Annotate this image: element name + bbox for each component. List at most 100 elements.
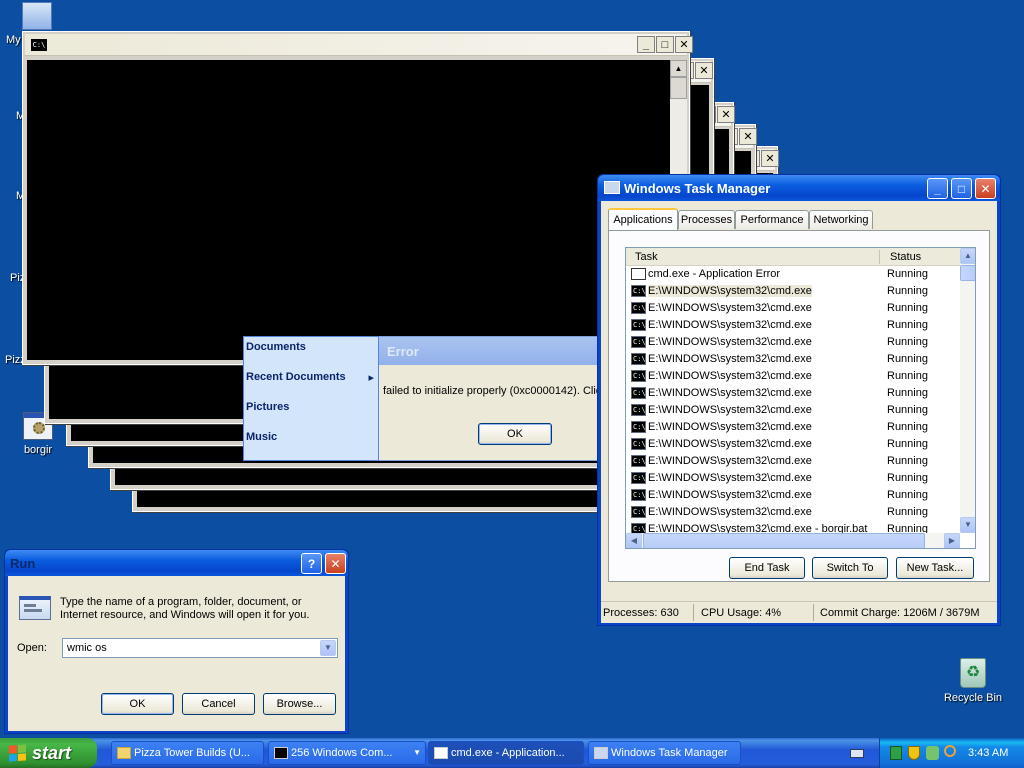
scroll-up-arrow[interactable]: ▲	[960, 248, 975, 264]
desktop-icon-label: borgir	[23, 444, 53, 456]
list-item[interactable]: C:\ E:\WINDOWS\system32\cmd.exe Running	[626, 436, 960, 453]
help-button[interactable]: ?	[301, 553, 322, 574]
minimize-button[interactable]: _	[637, 36, 655, 53]
list-item[interactable]: C:\ E:\WINDOWS\system32\cmd.exe Running	[626, 402, 960, 419]
vertical-scrollbar[interactable]: ▲ ▼	[960, 248, 975, 533]
desktop-icon-recycle-bin[interactable]: ♻ Recycle Bin	[938, 658, 1008, 704]
network-icon[interactable]	[890, 746, 902, 760]
list-item[interactable]: C:\ E:\WINDOWS\system32\cmd.exe Running	[626, 300, 960, 317]
scroll-thumb[interactable]	[960, 265, 975, 281]
task-manager-icon	[594, 747, 608, 759]
switch-to-button[interactable]: Switch To	[812, 557, 888, 579]
column-header-status[interactable]: Status	[890, 251, 921, 263]
list-item[interactable]: C:\ E:\WINDOWS\system32\cmd.exe Running	[626, 453, 960, 470]
dropdown-arrow-icon[interactable]: ▼	[320, 640, 336, 656]
start-label: start	[32, 742, 72, 763]
keyboard-icon[interactable]	[850, 749, 864, 758]
list-item[interactable]: C:\ E:\WINDOWS\system32\cmd.exe Running	[626, 419, 960, 436]
tab-performance[interactable]: Performance	[735, 210, 809, 229]
volume-icon[interactable]	[926, 746, 939, 760]
tab-networking[interactable]: Networking	[809, 210, 873, 229]
cmd-icon: C:\	[631, 472, 646, 484]
list-item[interactable]: cmd.exe - Application Error Running	[626, 266, 960, 283]
scroll-thumb[interactable]	[670, 77, 687, 99]
list-item[interactable]: C:\ E:\WINDOWS\system32\cmd.exe Running	[626, 317, 960, 334]
search-icon[interactable]	[944, 745, 956, 757]
cmd-icon: C:\	[631, 353, 646, 365]
list-item[interactable]: C:\ E:\WINDOWS\system32\cmd.exe Running	[626, 351, 960, 368]
window-title-bar[interactable]: Run ? ✕	[5, 550, 348, 576]
menu-item-label: Recent Documents	[246, 371, 346, 383]
cmd-icon: C:\	[631, 523, 646, 533]
desktop-icon-label: Recycle Bin	[943, 692, 1003, 704]
close-button[interactable]: ✕	[761, 150, 779, 167]
browse-button[interactable]: Browse...	[263, 693, 336, 715]
window-title-bar[interactable]: Windows Task Manager _ □ ✕	[598, 175, 1000, 201]
start-button[interactable]: start	[0, 738, 97, 768]
window-title-bar[interactable]: C:\	[25, 34, 687, 56]
error-window-icon	[631, 268, 646, 280]
horizontal-scrollbar[interactable]: ◀ ▶	[626, 533, 960, 548]
menu-item-recent-documents[interactable]: Recent Documents ▸	[246, 371, 374, 384]
taskbar-item-pizza-tower[interactable]: Pizza Tower Builds (U...	[111, 741, 264, 765]
ok-button[interactable]: OK	[478, 423, 552, 445]
list-item[interactable]: C:\ E:\WINDOWS\system32\cmd.exe Running	[626, 470, 960, 487]
cmd-icon: C:\	[631, 438, 646, 450]
close-button[interactable]: ✕	[975, 178, 996, 199]
run-dialog[interactable]: Run ? ✕ Type the name of a program, fold…	[4, 549, 349, 734]
menu-item-music[interactable]: Music	[246, 431, 277, 443]
column-header-task[interactable]: Task	[635, 251, 658, 263]
ok-button[interactable]: OK	[101, 693, 174, 715]
cmd-window-front[interactable]: C:\ _ □ ✕ ▲	[22, 31, 693, 365]
list-item[interactable]: C:\ E:\WINDOWS\system32\cmd.exe Running	[626, 487, 960, 504]
list-item[interactable]: C:\ E:\WINDOWS\system32\cmd.exe Running	[626, 504, 960, 521]
task-list[interactable]: Task Status cmd.exe - Application Error R…	[625, 247, 976, 549]
clock[interactable]: 3:43 AM	[968, 747, 1008, 759]
my-documents-icon	[22, 2, 52, 30]
run-description: Type the name of a program, folder, docu…	[60, 596, 310, 621]
maximize-button[interactable]: □	[656, 36, 674, 53]
tab-processes[interactable]: Processes	[678, 210, 735, 229]
start-menu-panel: Documents Recent Documents ▸ Pictures Mu…	[243, 336, 379, 461]
cmd-icon: C:\	[31, 39, 47, 51]
close-button[interactable]: ✕	[739, 128, 757, 145]
security-shield-icon[interactable]	[908, 746, 920, 760]
taskbar-item-task-manager[interactable]: Windows Task Manager	[588, 741, 741, 765]
open-input[interactable]: wmic os	[67, 642, 107, 654]
new-task-button[interactable]: New Task...	[896, 557, 974, 579]
close-button[interactable]: ✕	[325, 553, 346, 574]
taskbar-item-windows-command[interactable]: 256 Windows Com... ▼	[268, 741, 426, 765]
taskbar-item-label: 256 Windows Com...	[291, 747, 393, 759]
tab-strip: Applications Processes Performance Netwo…	[608, 208, 988, 230]
scroll-right-arrow[interactable]: ▶	[944, 533, 960, 548]
open-combobox[interactable]: wmic os ▼	[62, 638, 338, 658]
end-task-button[interactable]: End Task	[729, 557, 805, 579]
submenu-arrow-icon: ▸	[368, 372, 374, 384]
taskbar-item-application-error[interactable]: cmd.exe - Application...	[428, 741, 584, 765]
close-button[interactable]: ✕	[695, 62, 713, 79]
scroll-up-arrow[interactable]: ▲	[670, 60, 687, 77]
menu-item-pictures[interactable]: Pictures	[246, 401, 289, 413]
list-item[interactable]: C:\ E:\WINDOWS\system32\cmd.exe Running	[626, 368, 960, 385]
folder-icon	[117, 747, 131, 759]
cmd-icon: C:\	[631, 319, 646, 331]
scroll-thumb[interactable]	[643, 533, 925, 548]
list-item[interactable]: C:\ E:\WINDOWS\system32\cmd.exe Running	[626, 283, 960, 300]
close-button[interactable]: ✕	[717, 106, 735, 123]
list-item[interactable]: C:\ E:\WINDOWS\system32\cmd.exe Running	[626, 385, 960, 402]
tab-applications[interactable]: Applications	[608, 208, 678, 230]
menu-item-documents[interactable]: Documents	[246, 341, 306, 353]
scroll-down-arrow[interactable]: ▼	[960, 517, 975, 533]
cancel-button[interactable]: Cancel	[182, 693, 255, 715]
list-item[interactable]: C:\ E:\WINDOWS\system32\cmd.exe Running	[626, 334, 960, 351]
minimize-button[interactable]: _	[927, 178, 948, 199]
cmd-icon: C:\	[631, 489, 646, 501]
cmd-icon: C:\	[631, 421, 646, 433]
scroll-left-arrow[interactable]: ◀	[626, 533, 642, 548]
list-item[interactable]: C:\ E:\WINDOWS\system32\cmd.exe - borgir.…	[626, 521, 960, 533]
close-button[interactable]: ✕	[675, 36, 693, 53]
cmd-icon: C:\	[631, 336, 646, 348]
console-area[interactable]	[27, 60, 670, 360]
task-manager-window[interactable]: Windows Task Manager _ □ ✕ Applications …	[597, 174, 1001, 626]
maximize-button[interactable]: □	[951, 178, 972, 199]
